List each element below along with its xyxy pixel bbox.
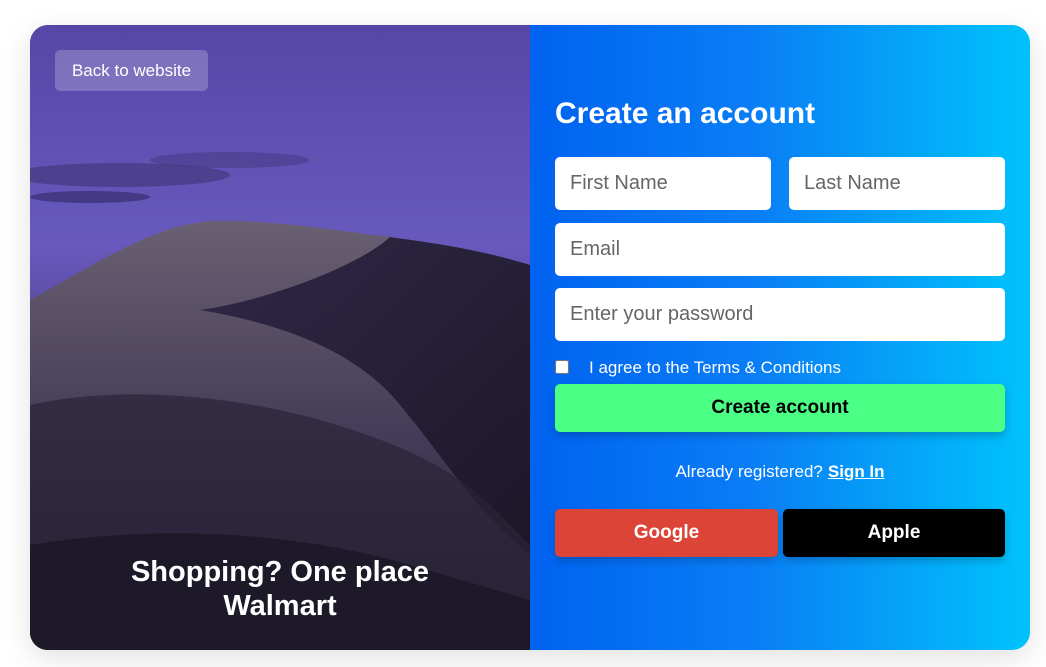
email-input[interactable] — [555, 223, 1005, 276]
already-registered-text: Already registered? — [675, 462, 823, 481]
terms-checkbox[interactable] — [555, 359, 569, 374]
terms-row: I agree to the Terms & Conditions — [555, 355, 841, 378]
last-name-input[interactable] — [789, 157, 1005, 210]
create-account-button[interactable]: Create account — [555, 384, 1005, 432]
hero-panel: Back to website Shopping? One place Walm… — [30, 25, 530, 650]
password-input[interactable] — [555, 288, 1005, 341]
tagline-line-1: Shopping? One place — [130, 556, 430, 588]
tagline-line-2: Walmart — [223, 590, 337, 622]
terms-label[interactable]: I agree to the Terms & Conditions — [589, 358, 841, 378]
signup-form-panel: Create an account I agree to the Terms &… — [530, 25, 1030, 650]
form-title: Create an account — [555, 97, 816, 130]
sign-in-link[interactable]: Sign In — [828, 462, 885, 481]
apple-signin-button[interactable]: Apple — [783, 509, 1005, 557]
back-to-website-button[interactable]: Back to website — [55, 50, 208, 91]
signup-card: Back to website Shopping? One place Walm… — [30, 25, 1030, 650]
first-name-input[interactable] — [555, 157, 771, 210]
hero-tagline: Shopping? One place Walmart — [30, 555, 530, 623]
google-signin-button[interactable]: Google — [555, 509, 778, 557]
sign-in-prompt: Already registered? Sign In — [530, 462, 1030, 482]
